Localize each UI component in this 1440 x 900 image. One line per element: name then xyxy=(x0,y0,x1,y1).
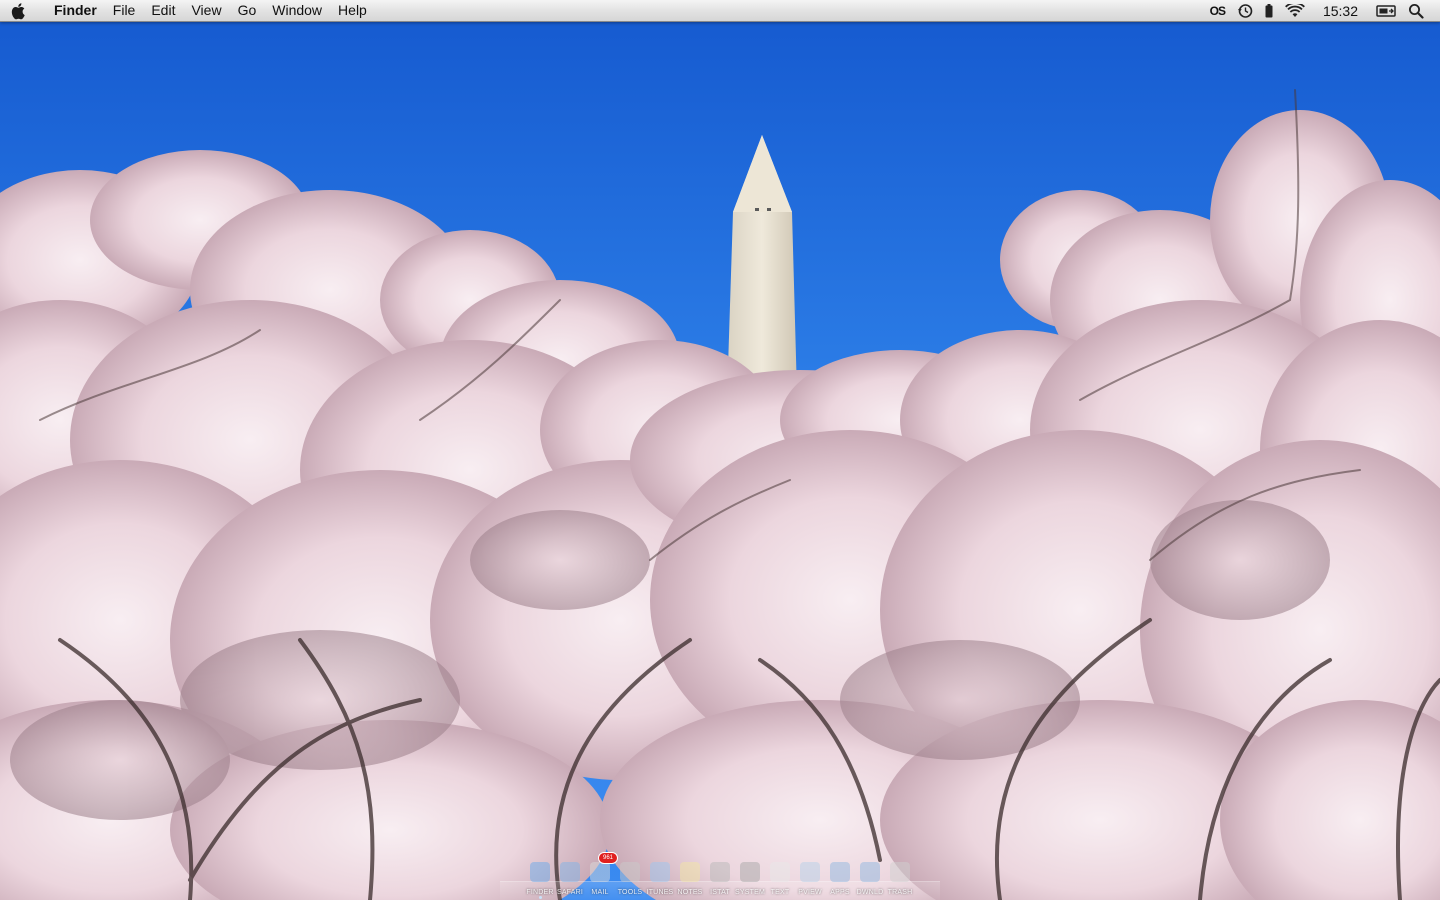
dock-item-label: ISTAT xyxy=(710,889,730,896)
dock-item-pview[interactable]: PVIEW xyxy=(798,858,822,896)
apple-menu-button[interactable] xyxy=(0,0,38,21)
dock-item-label: SAFARI xyxy=(556,889,584,896)
dock-item-label: ITUNES xyxy=(646,889,674,896)
dock-item-label: TOOLS xyxy=(617,889,643,896)
menu-clock[interactable]: 15:32 xyxy=(1311,0,1370,21)
dock-app-icon xyxy=(800,862,820,882)
menu-bar-status: OS 15:32 xyxy=(1204,0,1440,21)
menu-help[interactable]: Help xyxy=(330,0,375,21)
dock-item-label: NOTES xyxy=(677,889,703,896)
menu-file[interactable]: File xyxy=(105,0,144,21)
dock-item-tools[interactable]: TOOLS xyxy=(618,858,642,896)
dock-item-label: MAIL xyxy=(591,889,609,896)
dock-app-icon xyxy=(650,862,670,882)
dock: FINDER SAFARI MAIL 961 TOOLS ITUNES NOTES ISTAT… xyxy=(500,852,940,900)
dock-item-label: DWNLD xyxy=(856,889,884,896)
dock-item-safari[interactable]: SAFARI xyxy=(557,858,583,896)
dock-app-icon xyxy=(740,862,760,882)
menu-go[interactable]: Go xyxy=(230,0,265,21)
menu-window[interactable]: Window xyxy=(264,0,330,21)
dock-item-finder[interactable]: FINDER xyxy=(526,858,553,899)
dock-item-istat[interactable]: ISTAT xyxy=(708,858,732,896)
dock-app-icon xyxy=(530,862,550,882)
dock-app-icon xyxy=(620,862,640,882)
script-menu-icon: OS xyxy=(1209,3,1226,18)
dock-item-label: TRASH xyxy=(887,889,913,896)
time-machine-icon xyxy=(1237,3,1253,18)
time-machine-menu[interactable] xyxy=(1231,0,1259,21)
dock-item-label: FINDER xyxy=(526,889,554,896)
dock-app-icon xyxy=(770,862,790,882)
menu-edit[interactable]: Edit xyxy=(143,0,183,21)
wifi-icon xyxy=(1285,3,1305,17)
dock-app-icon xyxy=(710,862,730,882)
dock-item-itunes[interactable]: ITUNES xyxy=(647,858,673,896)
spotlight-button[interactable] xyxy=(1402,0,1430,21)
dock-item-dwnld[interactable]: DWNLD xyxy=(857,858,883,896)
dock-badge: 961 xyxy=(598,852,618,864)
dock-app-icon xyxy=(890,862,910,882)
menu-view[interactable]: View xyxy=(183,0,229,21)
menu-bar: Finder File Edit View Go Window Help OS xyxy=(0,0,1440,22)
dock-item-notes[interactable]: NOTES xyxy=(677,858,702,896)
dock-app-icon xyxy=(560,862,580,882)
running-indicator xyxy=(538,896,542,899)
apple-logo-icon xyxy=(11,2,25,19)
dock-item-system[interactable]: SYSTEM xyxy=(735,858,765,896)
dock-item-label: PVIEW xyxy=(798,889,822,896)
wifi-menu[interactable] xyxy=(1279,0,1311,21)
screen-mirroring-icon xyxy=(1376,4,1396,17)
desktop: Finder File Edit View Go Window Help OS xyxy=(0,0,1440,900)
dock-item-label: TEXT xyxy=(770,889,790,896)
dock-item-trash[interactable]: TRASH xyxy=(888,858,912,896)
dock-item-apps[interactable]: APPS xyxy=(828,858,852,896)
dock-item-text[interactable]: TEXT xyxy=(768,858,792,896)
dock-app-icon xyxy=(680,862,700,882)
menu-bar-left: Finder File Edit View Go Window Help xyxy=(0,0,375,21)
spotlight-search-icon xyxy=(1409,3,1424,19)
dock-app-icon xyxy=(860,862,880,882)
battery-icon xyxy=(1265,3,1273,17)
dock-item-label: APPS xyxy=(830,889,850,896)
menu-app-finder[interactable]: Finder xyxy=(38,0,105,21)
display-menu[interactable] xyxy=(1370,0,1402,21)
dock-app-icon xyxy=(830,862,850,882)
dock-item-mail[interactable]: MAIL 961 xyxy=(588,852,618,896)
desktop-wallpaper xyxy=(0,0,1440,900)
script-menu-extra[interactable]: OS xyxy=(1204,0,1231,21)
dock-items: FINDER SAFARI MAIL 961 TOOLS ITUNES NOTES ISTAT… xyxy=(500,852,940,899)
battery-menu[interactable] xyxy=(1259,0,1279,21)
dock-item-label: SYSTEM xyxy=(735,889,765,896)
dock-app-icon xyxy=(590,862,610,882)
